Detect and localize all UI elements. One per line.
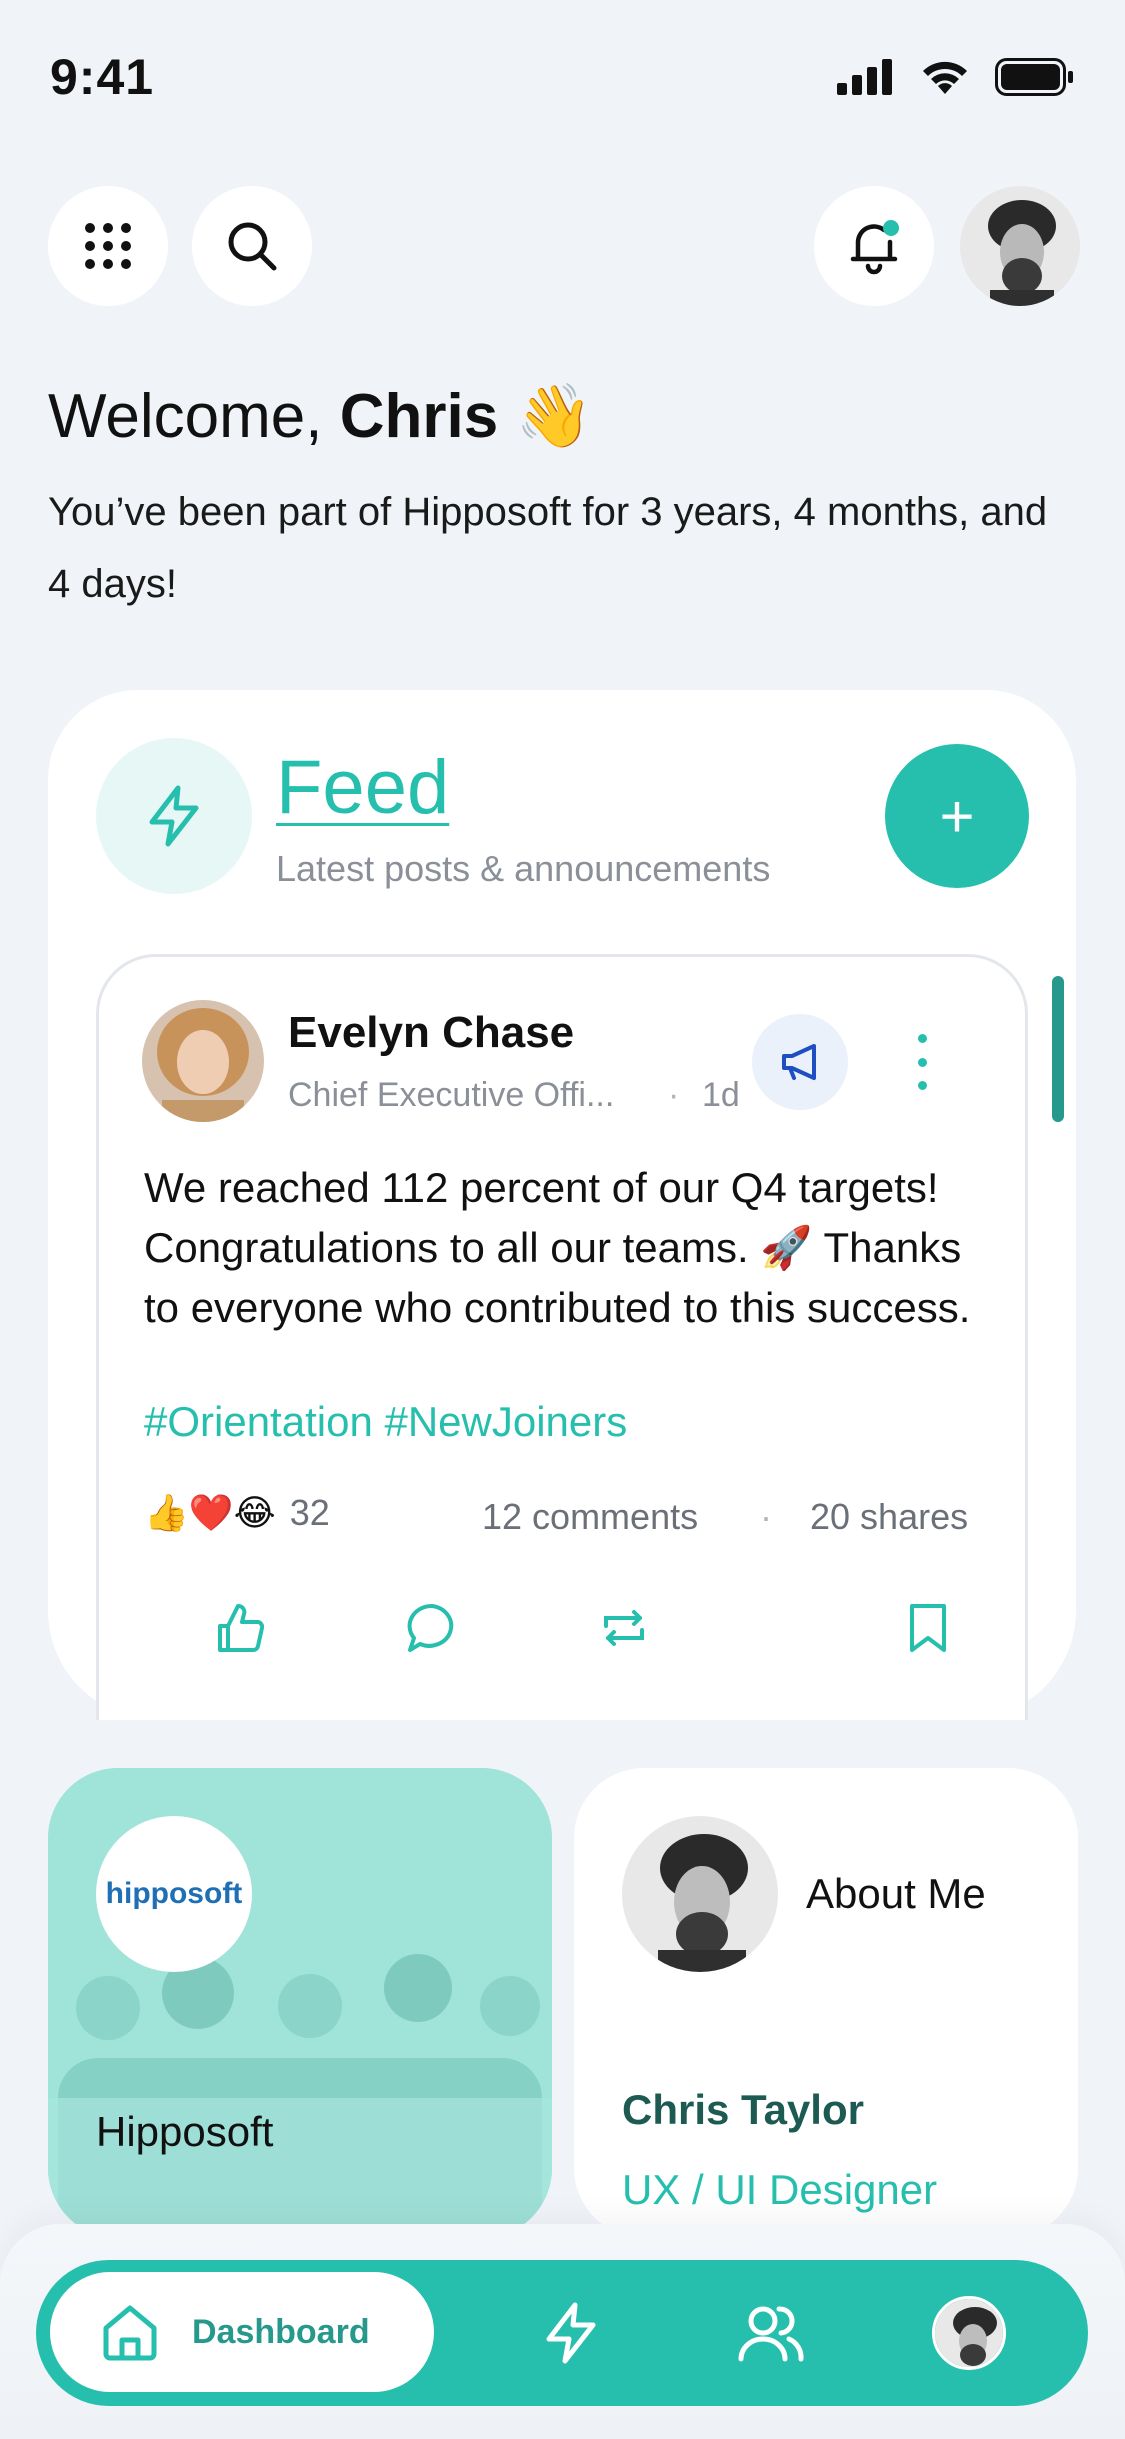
status-bar: 9:41 xyxy=(0,0,1125,150)
wave-emoji: 👋 xyxy=(515,382,593,451)
notifications-button[interactable] xyxy=(814,186,934,306)
bell-icon xyxy=(850,220,899,275)
post-reactions[interactable]: 👍❤️😂 32 xyxy=(144,1492,330,1534)
nav-profile[interactable] xyxy=(932,2296,1006,2370)
comment-icon[interactable] xyxy=(404,1600,460,1656)
welcome-prefix: Welcome, xyxy=(48,382,340,451)
like-icon[interactable] xyxy=(212,1600,268,1656)
shares-count[interactable]: 20 shares xyxy=(810,1496,968,1538)
add-post-label: + xyxy=(939,782,975,850)
profile-avatar[interactable] xyxy=(960,186,1080,306)
author-avatar-image xyxy=(142,1000,264,1122)
nav-feed[interactable] xyxy=(536,2298,606,2368)
battery-icon xyxy=(995,58,1073,96)
lightning-icon xyxy=(546,2302,596,2364)
comments-count[interactable]: 12 comments xyxy=(482,1496,698,1538)
company-name: Hipposoft xyxy=(96,2108,274,2155)
about-me-title: About Me xyxy=(806,1870,986,1917)
company-logo: hipposoft xyxy=(96,1816,252,1972)
feed-icon-badge xyxy=(96,738,252,894)
about-avatar xyxy=(622,1816,778,1972)
welcome-heading: Welcome, Chris 👋 xyxy=(48,380,593,453)
welcome-user-name: Chris xyxy=(339,382,499,451)
search-button[interactable] xyxy=(192,186,312,306)
home-icon xyxy=(103,2305,157,2361)
feed-subtitle: Latest posts & announcements xyxy=(276,848,771,889)
status-time: 9:41 xyxy=(50,49,155,105)
megaphone-icon xyxy=(782,1044,816,1080)
post-timestamp: 1d xyxy=(702,1076,740,1114)
post-author-name[interactable]: Evelyn Chase xyxy=(288,1008,574,1058)
nav-dashboard[interactable]: Dashboard xyxy=(50,2272,434,2392)
post-body: We reached 112 percent of our Q4 targets… xyxy=(144,1164,971,1331)
reaction-emojis: 👍❤️😂 xyxy=(144,1492,276,1533)
people-icon xyxy=(738,2306,804,2362)
search-icon xyxy=(228,222,277,271)
about-me-role: UX / UI Designer xyxy=(622,2166,938,2213)
user-avatar-image xyxy=(960,186,1080,306)
nav-dashboard-label: Dashboard xyxy=(192,2312,370,2351)
stats-separator: · xyxy=(760,1496,772,1537)
post-more-button[interactable] xyxy=(900,1030,944,1094)
post-hashtags[interactable]: #Orientation #NewJoiners xyxy=(144,1398,627,1446)
post-author-role: Chief Executive Offi... xyxy=(288,1076,615,1114)
more-dot xyxy=(917,1057,927,1067)
about-avatar-image xyxy=(622,1816,778,1972)
status-icons xyxy=(837,58,1075,96)
more-dot xyxy=(917,1034,927,1043)
bookmark-icon[interactable] xyxy=(900,1600,956,1656)
grid-icon xyxy=(85,223,131,269)
reaction-count: 32 xyxy=(289,1492,330,1533)
post-author-avatar[interactable] xyxy=(142,1000,264,1122)
signal-icon xyxy=(837,59,892,95)
add-post-button[interactable]: + xyxy=(885,744,1029,888)
wifi-icon xyxy=(923,61,967,94)
lightning-icon xyxy=(149,785,199,847)
tenure-text: You’ve been part of Hipposoft for 3 year… xyxy=(48,490,1048,606)
about-me-name: Chris Taylor xyxy=(622,2086,864,2133)
repost-icon[interactable] xyxy=(596,1600,652,1656)
announcement-badge xyxy=(752,1014,848,1110)
feed-title[interactable]: Feed xyxy=(276,744,449,831)
post-meta-dot: · xyxy=(668,1076,680,1114)
more-dot xyxy=(917,1081,927,1090)
company-logo-text: hipposoft xyxy=(105,1877,243,1910)
menu-button[interactable] xyxy=(48,186,168,306)
nav-people[interactable] xyxy=(736,2298,806,2368)
feed-scrollbar[interactable] xyxy=(1052,976,1064,1122)
